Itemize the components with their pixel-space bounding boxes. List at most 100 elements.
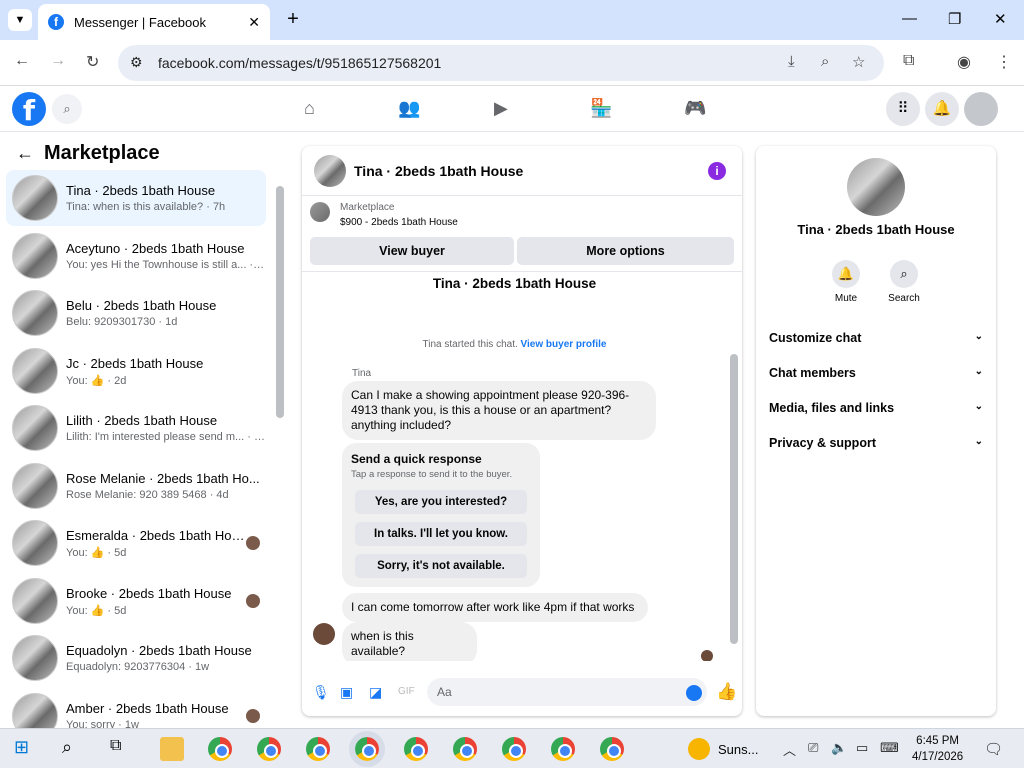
- chrome-icon[interactable]: [208, 737, 232, 761]
- chat-members-section[interactable]: Chat members ⌄: [769, 366, 983, 380]
- back-arrow-icon[interactable]: ←: [14, 52, 30, 70]
- profile-icon[interactable]: ◉: [957, 52, 971, 72]
- more-options-button[interactable]: More options: [517, 237, 734, 265]
- sticker-icon[interactable]: ◪: [369, 684, 382, 701]
- marketplace-icon[interactable]: 🏪: [590, 98, 612, 119]
- new-tab-button[interactable]: +: [282, 8, 304, 30]
- extensions-icon[interactable]: ⧉: [903, 52, 914, 70]
- quick-reply-in-talks-button[interactable]: In talks. I'll let you know.: [355, 522, 527, 546]
- search-icon[interactable]: ⌕: [52, 94, 82, 124]
- windows-start-icon[interactable]: ⊞: [14, 737, 38, 761]
- gif-icon[interactable]: GIF: [398, 686, 415, 697]
- chevron-up-icon[interactable]: ︿: [783, 740, 796, 759]
- started-text: Tina started this chat.: [422, 339, 518, 350]
- maximize-icon[interactable]: ❐: [948, 10, 961, 28]
- customize-chat-section[interactable]: Customize chat ⌄: [769, 331, 983, 345]
- quick-reply-not-available-button[interactable]: Sorry, it's not available.: [355, 554, 527, 578]
- chevron-down-icon: ⌄: [974, 436, 983, 447]
- site-info-icon[interactable]: ⚙: [130, 54, 143, 71]
- bookmark-star-icon[interactable]: ☆: [852, 53, 865, 71]
- notifications-bell-icon[interactable]: 🔔: [925, 92, 959, 126]
- conversation-item[interactable]: Tina · 2beds 1bath House Tina: when is th…: [6, 170, 266, 226]
- tab-search-dropdown[interactable]: ▼: [8, 9, 32, 31]
- sender-avatar[interactable]: [313, 623, 335, 645]
- meet-now-icon[interactable]: ⎚: [808, 740, 818, 756]
- view-buyer-button[interactable]: View buyer: [310, 237, 514, 265]
- chevron-down-icon: ⌄: [974, 331, 983, 342]
- gaming-icon[interactable]: 🎮: [684, 98, 706, 119]
- forward-arrow-icon[interactable]: →: [50, 52, 66, 70]
- chrome-icon[interactable]: [453, 737, 477, 761]
- conversation-item[interactable]: Rose Melanie · 2beds 1bath Ho... Rose Mel…: [6, 458, 266, 514]
- message-input[interactable]: Aa: [427, 678, 707, 706]
- chat-header-name[interactable]: Tina · 2beds 1bath House: [354, 163, 523, 179]
- volume-icon[interactable]: 🔈: [831, 740, 847, 756]
- menu-kebab-icon[interactable]: ⋮: [996, 52, 1012, 72]
- system-clock[interactable]: 6:45 PM 4/17/2026: [912, 733, 963, 765]
- mute-button[interactable]: 🔔 Mute: [816, 260, 876, 304]
- conversation-item[interactable]: Esmeralda · 2beds 1bath House You: 👍 · 5d: [6, 515, 266, 571]
- file-explorer-icon[interactable]: [160, 737, 184, 761]
- search-button[interactable]: ⌕ Search: [874, 260, 934, 304]
- friends-icon[interactable]: 👥: [398, 98, 420, 119]
- install-app-icon[interactable]: ⤓: [788, 53, 795, 70]
- profile-avatar[interactable]: [847, 158, 905, 216]
- conversation-preview: You: yes Hi the Townhouse is still a... …: [66, 259, 266, 271]
- info-icon[interactable]: i: [708, 162, 726, 180]
- privacy-support-section[interactable]: Privacy & support ⌄: [769, 436, 983, 450]
- conversation-item[interactable]: Brooke · 2beds 1bath House You: 👍 · 5d: [6, 573, 266, 629]
- back-arrow-icon[interactable]: ←: [16, 143, 34, 164]
- section-label: Media, files and links: [769, 401, 895, 415]
- close-tab-button[interactable]: ✕: [248, 14, 260, 31]
- menu-grid-icon[interactable]: ⠿: [886, 92, 920, 126]
- thread-scrollbar[interactable]: [730, 276, 738, 656]
- home-icon[interactable]: ⌂: [304, 98, 315, 119]
- conversation-item[interactable]: Equadolyn · 2beds 1bath House Equadolyn: …: [6, 630, 266, 686]
- seen-avatar: [246, 709, 260, 723]
- browser-tab[interactable]: f Messenger | Facebook ✕: [38, 4, 270, 40]
- weather-widget[interactable]: Suns...: [688, 738, 758, 760]
- conversation-item[interactable]: Jc · 2beds 1bath House You: 👍 · 2d: [6, 343, 266, 399]
- chrome-icon[interactable]: [551, 737, 575, 761]
- conversation-name: Rose Melanie · 2beds 1bath Ho...: [66, 471, 260, 486]
- close-window-icon[interactable]: ✕: [994, 10, 1007, 28]
- chat-avatar[interactable]: [314, 154, 346, 187]
- browser-toolbar: ← → ↻ ⚙ facebook.com/messages/t/95186512…: [0, 40, 1024, 86]
- conversation-item[interactable]: Belu · 2beds 1bath House Belu: 9209301730…: [6, 285, 266, 341]
- listing-title[interactable]: $900 - 2beds 1bath House: [340, 217, 458, 228]
- thumbs-up-icon[interactable]: 👍: [716, 682, 737, 702]
- chrome-icon[interactable]: [502, 737, 526, 761]
- keyboard-icon[interactable]: ⌨: [880, 740, 899, 756]
- network-icon[interactable]: ▭: [856, 740, 868, 756]
- task-view-icon[interactable]: ⧉: [110, 737, 134, 761]
- search-icon[interactable]: ⌕: [62, 737, 86, 761]
- chrome-icon[interactable]: [306, 737, 330, 761]
- conversation-list-scrollbar[interactable]: [276, 172, 284, 718]
- minimize-icon[interactable]: —: [902, 10, 917, 27]
- conversation-item[interactable]: Aceytuno · 2beds 1bath House You: yes Hi …: [6, 228, 266, 284]
- zoom-icon[interactable]: ⌕: [821, 53, 829, 70]
- reload-icon[interactable]: ↻: [86, 52, 99, 72]
- video-icon[interactable]: ▶: [494, 98, 508, 119]
- address-bar[interactable]: ⚙ facebook.com/messages/t/95186512756820…: [118, 45, 884, 81]
- conversation-text: Rose Melanie · 2beds 1bath Ho... Rose Mel…: [66, 471, 266, 501]
- message-bubble: when is this available?: [342, 622, 477, 661]
- microphone-icon[interactable]: 🎙: [312, 684, 330, 701]
- account-avatar[interactable]: [964, 92, 998, 126]
- url-text: facebook.com/messages/t/951865127568201: [158, 55, 442, 71]
- facebook-logo[interactable]: f: [12, 92, 46, 127]
- media-files-links-section[interactable]: Media, files and links ⌄: [769, 401, 983, 415]
- notification-center-icon[interactable]: 🗨: [984, 740, 1003, 758]
- conversation-item[interactable]: Lilith · 2beds 1bath House Lilith: I'm in…: [6, 400, 266, 456]
- chrome-icon[interactable]: [349, 731, 385, 767]
- chrome-icon[interactable]: [257, 737, 281, 761]
- photo-icon[interactable]: ▣: [340, 684, 353, 701]
- quick-reply-yes-button[interactable]: Yes, are you interested?: [355, 490, 527, 514]
- chrome-icon[interactable]: [600, 737, 624, 761]
- emoji-icon[interactable]: [686, 685, 702, 701]
- view-buyer-profile-link[interactable]: View buyer profile: [521, 339, 607, 350]
- conversation-name: Brooke · 2beds 1bath House: [66, 585, 232, 601]
- page-scrollbar[interactable]: [1010, 132, 1024, 728]
- section-label: Chat members: [769, 366, 856, 380]
- chrome-icon[interactable]: [404, 737, 428, 761]
